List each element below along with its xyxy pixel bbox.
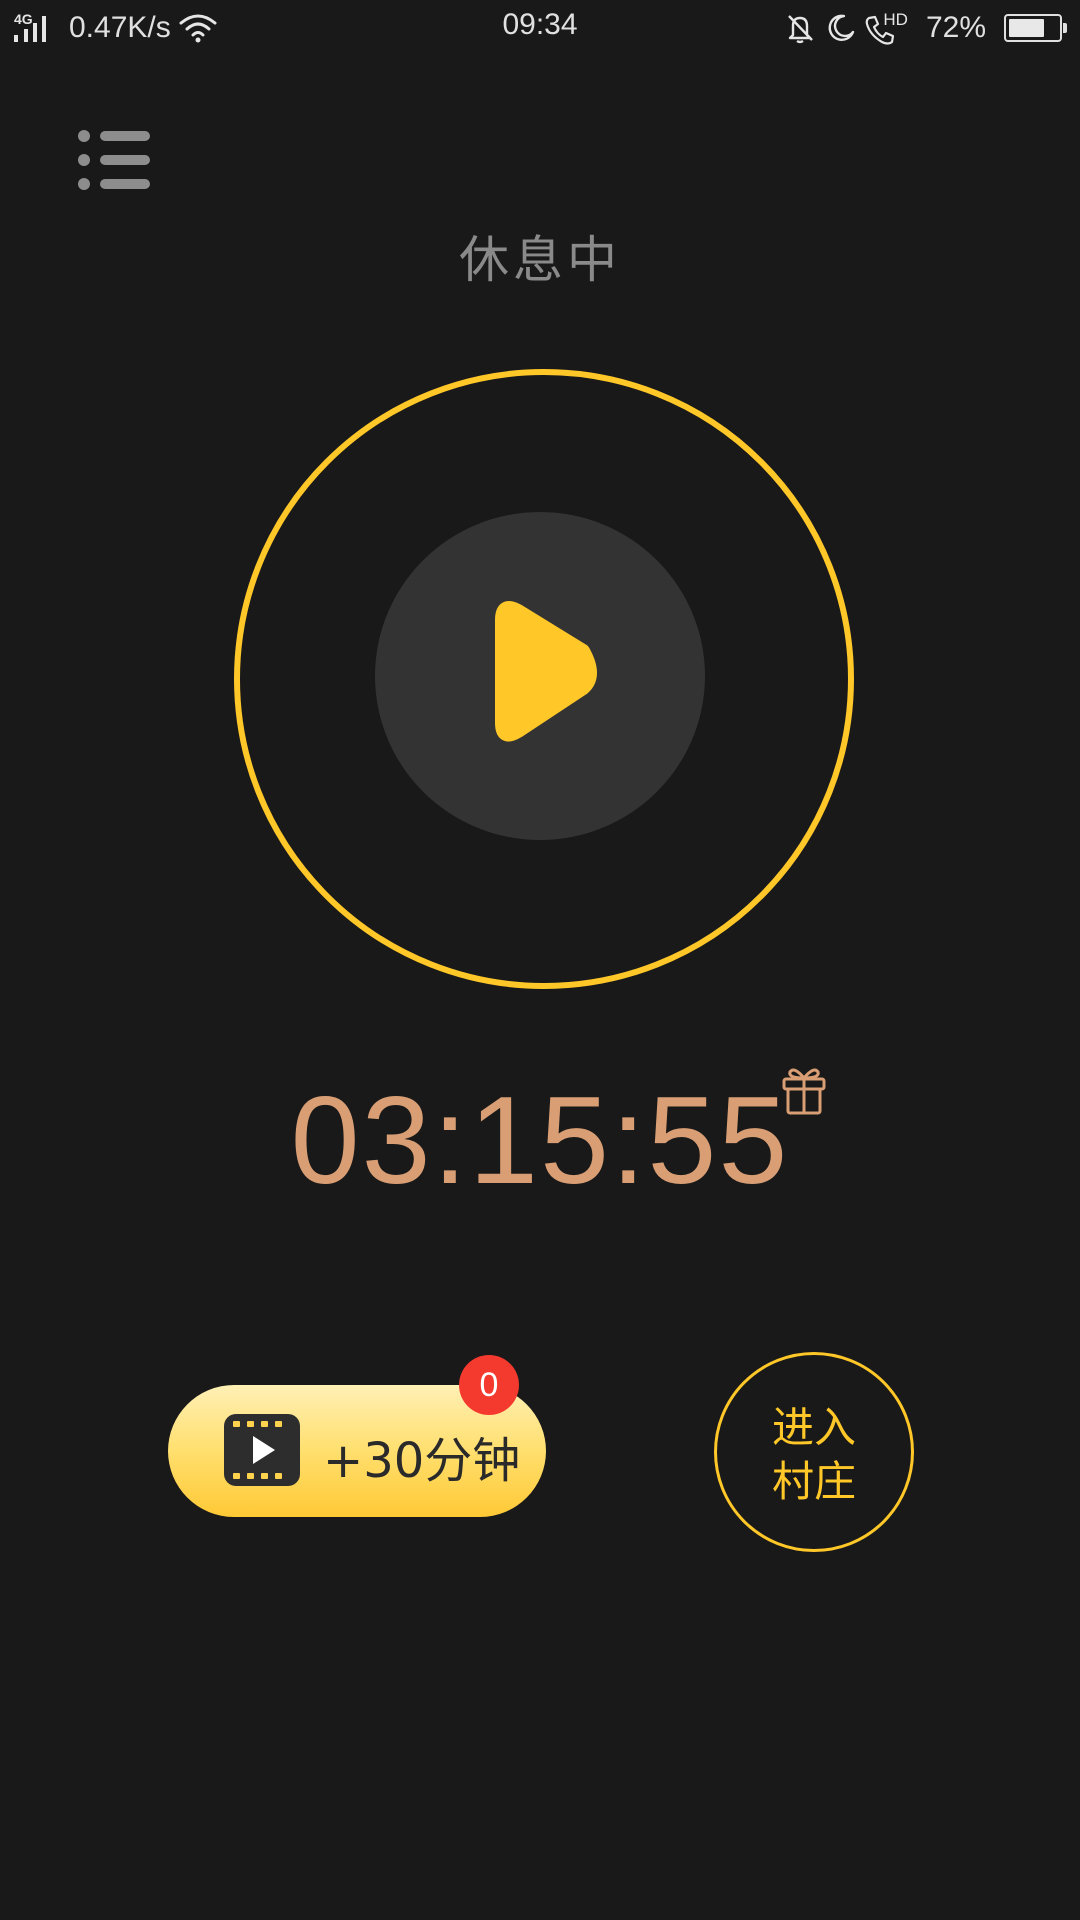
status-bar: 4G 0.47K/s 09:34 HD 72% (0, 0, 1080, 56)
countdown-timer: 03:15:55 (290, 1072, 790, 1210)
enter-village-label: 进入 村庄 (771, 1403, 856, 1506)
battery-level (1009, 19, 1044, 37)
phone-hd-icon: HD (864, 8, 908, 48)
enter-village-button[interactable]: 进入 村庄 (714, 1352, 914, 1552)
menu-dot (78, 178, 90, 190)
battery-cap (1063, 23, 1067, 33)
menu-dot (78, 130, 90, 142)
battery-percent: 72% (925, 11, 986, 44)
badge-count: 0 (459, 1355, 519, 1415)
rest-status-title: 休息中 (459, 231, 621, 289)
add-30-minutes-label: +30分钟 (323, 1433, 521, 1489)
play-icon (495, 601, 597, 742)
menu-bar (100, 155, 150, 165)
menu-icon[interactable] (70, 120, 150, 200)
menu-dot (78, 154, 90, 166)
video-film-icon (224, 1414, 300, 1486)
moon-icon (826, 13, 856, 43)
play-button[interactable] (375, 512, 705, 840)
hd-label: HD (883, 10, 908, 29)
battery-icon (1004, 14, 1067, 42)
menu-bar (100, 179, 150, 189)
menu-bar (100, 131, 150, 141)
gift-icon[interactable] (780, 1064, 828, 1116)
bell-off-icon (784, 12, 816, 44)
status-right: HD 72% (774, 8, 1067, 48)
